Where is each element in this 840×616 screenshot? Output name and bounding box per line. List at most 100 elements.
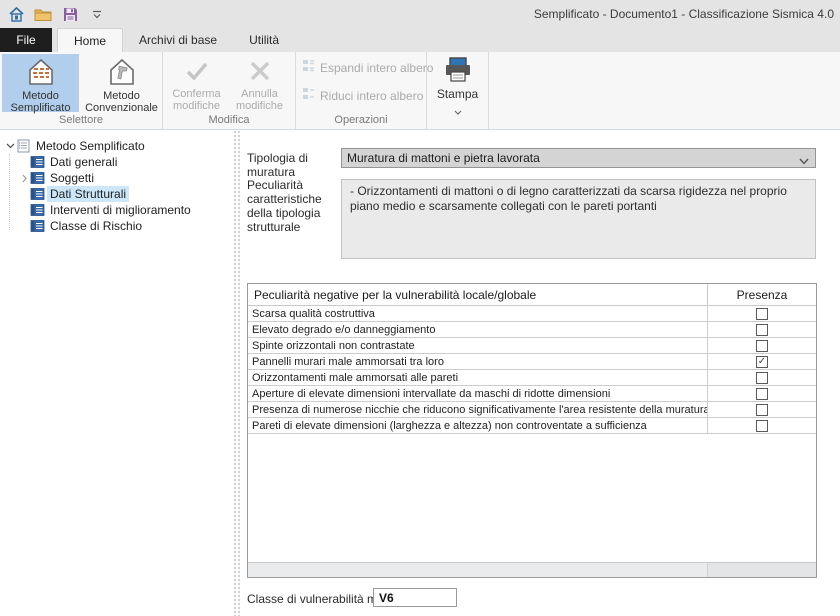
tree-root-metodo-semplificato[interactable]: Metodo Semplificato — [0, 138, 233, 154]
peculiarita-negative-table: Peculiarità negative per la vulnerabilit… — [247, 283, 817, 578]
chevron-right-icon[interactable] — [18, 174, 30, 183]
notes-icon — [16, 139, 33, 153]
row-label: Spinte orizzontali non contrastate — [248, 338, 708, 353]
table-row[interactable]: Orizzontamenti male ammorsati alle paret… — [248, 370, 816, 386]
book-icon — [30, 172, 47, 184]
quick-access-toolbar — [7, 5, 106, 23]
presenza-checkbox[interactable] — [756, 372, 768, 384]
book-icon — [30, 220, 47, 232]
main-area: Metodo Semplificato Dati generali Sogget… — [0, 130, 840, 616]
metodo-convenzionale-button[interactable]: Metodo Convenzionale — [83, 54, 160, 112]
table-footer-cell — [248, 563, 708, 577]
ribbon: Metodo Semplificato Metodo Convenzionale… — [0, 52, 840, 130]
house-bricks-icon — [26, 57, 56, 87]
ribbon-group-operazioni: Espandi intero albero Riduci intero albe… — [296, 52, 427, 129]
collapse-tree-icon — [302, 87, 315, 105]
stampa-button[interactable]: Stampa — [430, 54, 486, 112]
customize-quick-access-icon[interactable] — [88, 5, 106, 23]
book-icon — [30, 156, 47, 168]
metodo-semplificato-label: Metodo Semplificato — [2, 90, 79, 114]
peculiarita-caratteristiche-label: Peculiarità caratteristiche della tipolo… — [247, 178, 343, 234]
save-icon[interactable] — [61, 5, 79, 23]
table-footer-cell — [708, 563, 816, 577]
classe-di-vulnerabilita-input[interactable]: V6 — [373, 588, 457, 607]
book-icon — [30, 204, 47, 216]
presenza-checkbox[interactable]: ✓ — [756, 356, 768, 368]
group-label-operazioni: Operazioni — [296, 114, 426, 129]
app-window: Semplificato - Documento1 - Classificazi… — [0, 0, 840, 616]
table-row[interactable]: Pareti di elevate dimensioni (larghezza … — [248, 418, 816, 434]
tree-item-soggetti[interactable]: Soggetti — [0, 170, 233, 186]
tree-root-label[interactable]: Metodo Semplificato — [33, 138, 148, 154]
ribbon-group-stampa: Stampa — [427, 52, 489, 129]
navigation-tree: Metodo Semplificato Dati generali Sogget… — [0, 130, 233, 616]
presenza-checkbox[interactable] — [756, 404, 768, 416]
open-folder-icon[interactable] — [34, 5, 52, 23]
tree-item-interventi-di-miglioramento[interactable]: Interventi di miglioramento — [0, 202, 233, 218]
tree-item-label[interactable]: Soggetti — [47, 170, 97, 186]
table-row[interactable]: Scarsa qualità costruttiva — [248, 306, 816, 322]
tipologia-di-muratura-select[interactable]: Muratura di mattoni e pietra lavorata — [341, 148, 816, 168]
tab-utilita[interactable]: Utilità — [233, 28, 295, 52]
tipologia-selected-value: Muratura di mattoni e pietra lavorata — [347, 151, 540, 165]
tab-file[interactable]: File — [0, 28, 52, 52]
content-panel: Tipologia di muratura Muratura di matton… — [240, 130, 840, 616]
title-bar: Semplificato - Documento1 - Classificazi… — [0, 0, 840, 28]
tree-item-label[interactable]: Dati generali — [47, 154, 120, 170]
group-label-selettore: Selettore — [0, 114, 162, 129]
expand-tree-icon — [302, 59, 315, 77]
row-label: Presenza di numerose nicchie che riducon… — [248, 402, 708, 417]
panel-splitter[interactable] — [233, 130, 240, 616]
row-label: Pannelli murari male ammorsati tra loro — [248, 354, 708, 369]
house-crack-icon — [107, 57, 137, 87]
app-home-icon[interactable] — [7, 5, 25, 23]
printer-icon — [443, 57, 473, 85]
presenza-checkbox[interactable] — [756, 388, 768, 400]
row-label: Scarsa qualità costruttiva — [248, 306, 708, 321]
tipologia-di-muratura-label: Tipologia di muratura — [247, 151, 342, 179]
tab-home[interactable]: Home — [57, 28, 123, 52]
row-label: Elevato degrado e/o danneggiamento — [248, 322, 708, 337]
presenza-checkbox[interactable] — [756, 324, 768, 336]
window-title: Semplificato - Documento1 - Classificazi… — [534, 0, 834, 28]
tree-item-label-selected[interactable]: Dati Strutturali — [47, 186, 129, 202]
conferma-modifiche-button[interactable]: Conferma modifiche — [165, 54, 228, 112]
tree-item-dati-generali[interactable]: Dati generali — [0, 154, 233, 170]
tree-item-classe-di-rischio[interactable]: Classe di Rischio — [0, 218, 233, 234]
table-row[interactable]: Presenza di numerose nicchie che riducon… — [248, 402, 816, 418]
check-icon — [184, 57, 210, 85]
ribbon-tab-row: File Home Archivi di base Utilità — [0, 28, 840, 52]
chevron-down-icon[interactable] — [4, 143, 16, 149]
tab-archivi-di-base[interactable]: Archivi di base — [123, 28, 233, 52]
tree-item-label[interactable]: Interventi di miglioramento — [47, 202, 194, 218]
riduci-intero-albero-button[interactable]: Riduci intero albero — [298, 86, 427, 106]
tree-item-dati-strutturali[interactable]: Dati Strutturali — [0, 186, 233, 202]
metodo-convenzionale-label: Metodo Convenzionale — [83, 90, 160, 114]
espandi-intero-albero-label: Espandi intero albero — [320, 61, 433, 75]
tree-item-label[interactable]: Classe di Rischio — [47, 218, 145, 234]
table-row[interactable]: Spinte orizzontali non contrastate — [248, 338, 816, 354]
espandi-intero-albero-button[interactable]: Espandi intero albero — [298, 58, 437, 78]
table-row[interactable]: Elevato degrado e/o danneggiamento — [248, 322, 816, 338]
table-header-presenza: Presenza — [708, 288, 816, 302]
annulla-modifiche-label: Annulla modifiche — [228, 88, 291, 112]
conferma-modifiche-label: Conferma modifiche — [165, 88, 228, 112]
row-label: Orizzontamenti male ammorsati alle paret… — [248, 370, 708, 385]
presenza-checkbox[interactable] — [756, 340, 768, 352]
table-row[interactable]: Pannelli murari male ammorsati tra loro … — [248, 354, 816, 370]
stampa-label: Stampa — [437, 88, 478, 100]
group-label-stampa — [427, 114, 488, 129]
annulla-modifiche-button[interactable]: Annulla modifiche — [228, 54, 291, 112]
presenza-checkbox[interactable] — [756, 308, 768, 320]
peculiarita-caratteristiche-textbox[interactable]: - Orizzontamenti di mattoni o di legno c… — [341, 179, 816, 259]
ribbon-group-modifica: Conferma modifiche Annulla modifiche Mod… — [163, 52, 296, 129]
book-icon — [30, 188, 47, 200]
table-row[interactable]: Aperture di elevate dimensioni intervall… — [248, 386, 816, 402]
metodo-semplificato-button[interactable]: Metodo Semplificato — [2, 54, 79, 112]
table-footer-row — [248, 562, 816, 577]
x-icon — [248, 57, 272, 85]
group-label-modifica: Modifica — [163, 114, 295, 129]
presenza-checkbox[interactable] — [756, 420, 768, 432]
row-label: Aperture di elevate dimensioni intervall… — [248, 386, 708, 401]
chevron-down-icon — [799, 154, 809, 168]
